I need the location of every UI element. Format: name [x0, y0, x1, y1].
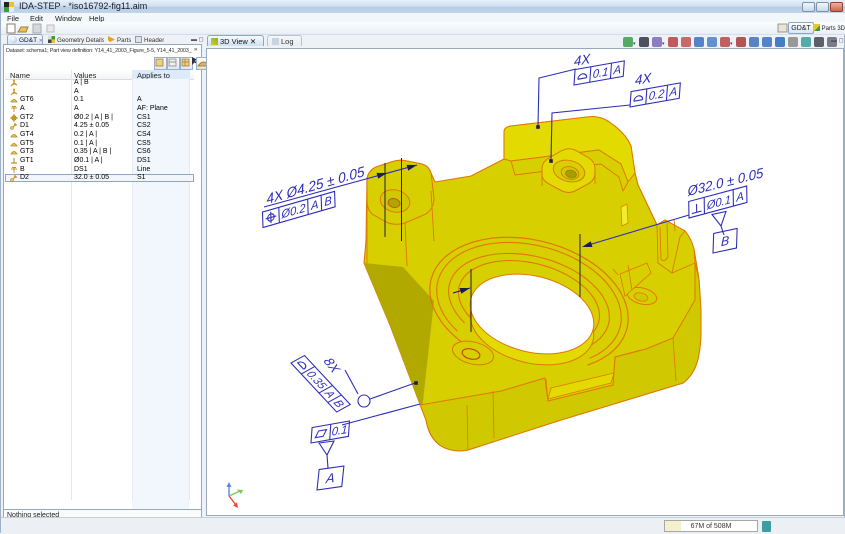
svg-text:B: B: [324, 194, 332, 209]
svg-text:A: A: [668, 85, 678, 100]
svg-text:B: B: [721, 233, 730, 249]
svg-text:A: A: [310, 198, 319, 214]
svg-text:A: A: [324, 470, 335, 487]
svg-text:A: A: [612, 63, 622, 78]
svg-text:A: A: [735, 189, 744, 204]
svg-text:4X: 4X: [635, 70, 652, 88]
svg-text:4X: 4X: [574, 51, 591, 69]
svg-text:8X: 8X: [320, 355, 344, 376]
